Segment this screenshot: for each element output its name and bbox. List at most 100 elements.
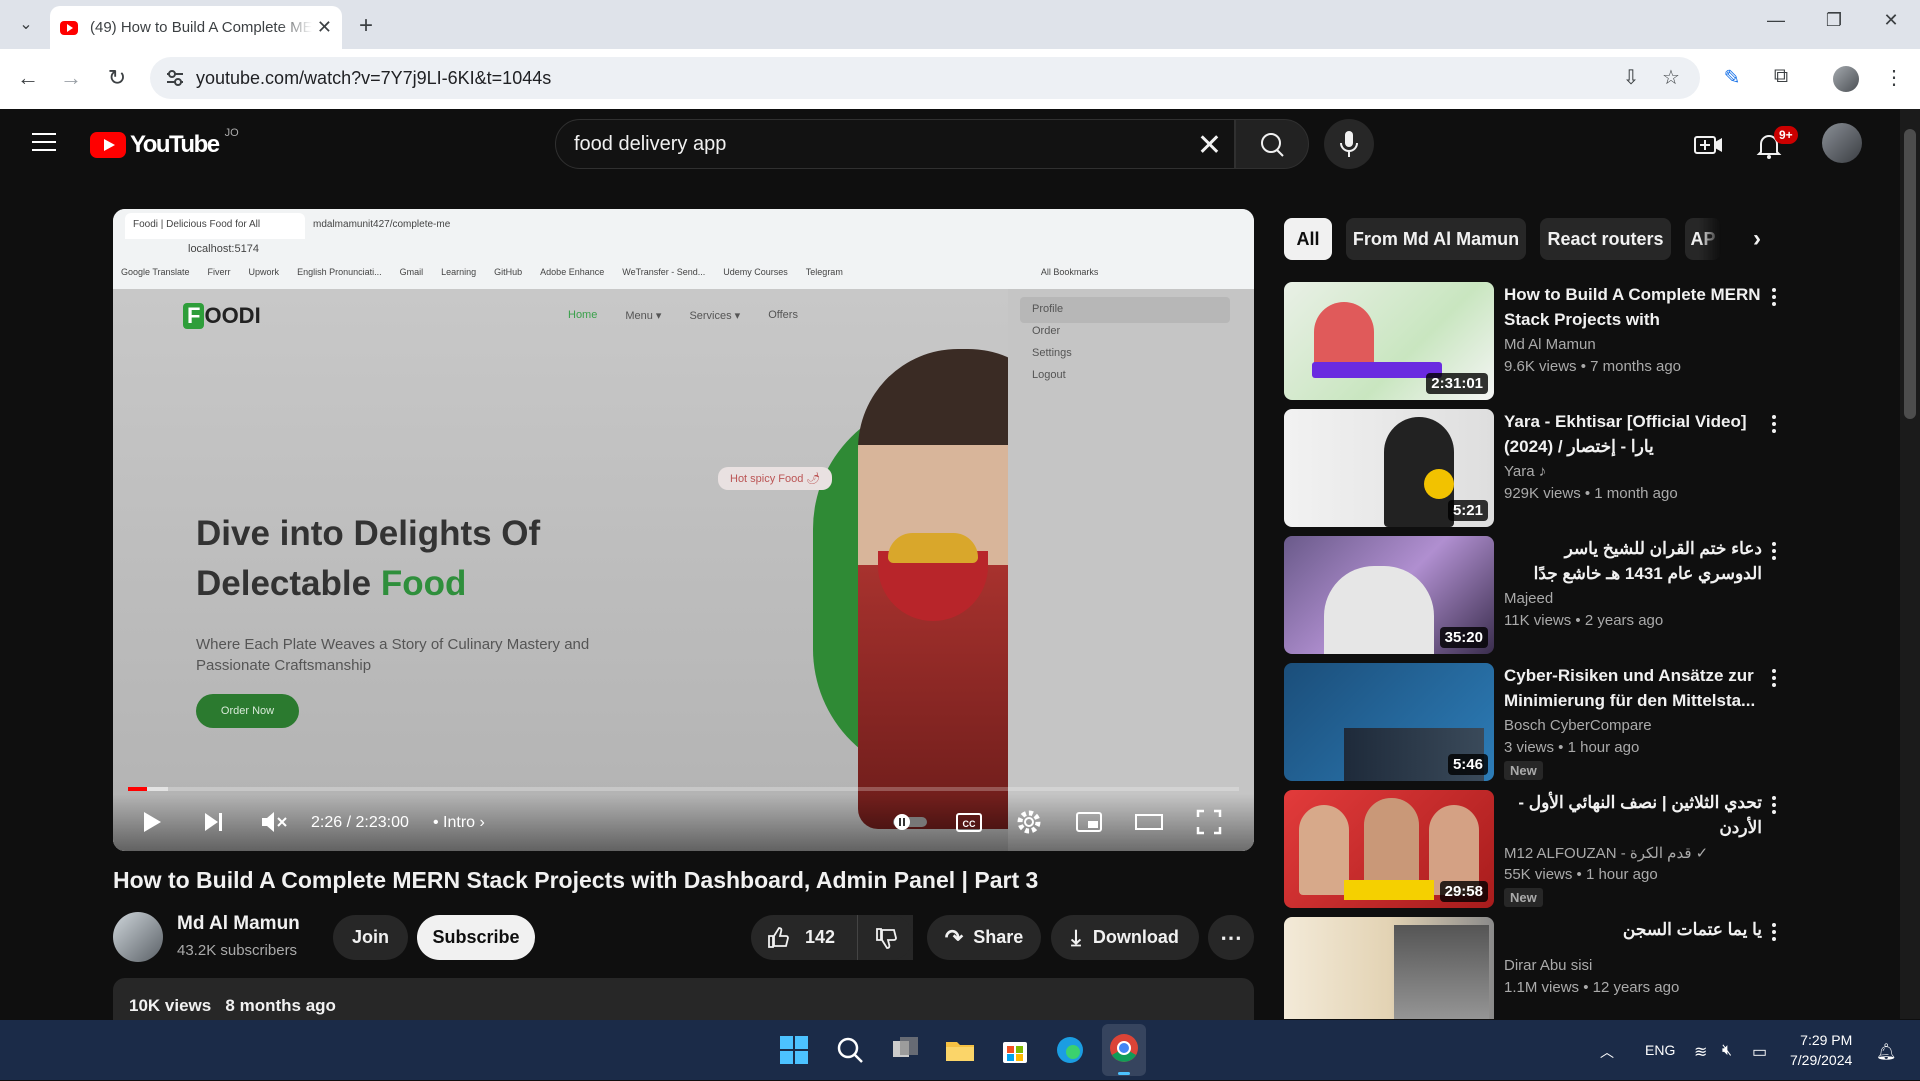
tab-search-icon[interactable]: ⌄ bbox=[12, 12, 40, 38]
recommendation-channel[interactable]: Md Al Mamun bbox=[1504, 336, 1596, 353]
clear-search-icon[interactable]: ✕ bbox=[1197, 128, 1222, 163]
reload-icon[interactable]: ↻ bbox=[102, 65, 132, 91]
fullscreen-icon[interactable] bbox=[1193, 806, 1225, 838]
chrome-taskbar-button[interactable] bbox=[1102, 1024, 1146, 1076]
recommendation-title[interactable]: Cyber-Risiken und Ansätze zur Minimierun… bbox=[1504, 663, 1762, 713]
account-avatar[interactable] bbox=[1822, 123, 1862, 163]
recommendation-channel[interactable]: M12 ALFOUZAN - قدم الكرة ✓ bbox=[1504, 844, 1708, 862]
recommendation-title[interactable]: Yara - Ekhtisar [Official Video] (2024) … bbox=[1504, 409, 1762, 459]
battery-icon[interactable]: ▭ bbox=[1752, 1042, 1767, 1062]
captions-icon[interactable]: CC bbox=[953, 806, 985, 838]
recommendation-title[interactable]: يا يما عتمات السجن bbox=[1504, 917, 1762, 942]
extension-pen-icon[interactable]: ✎ bbox=[1718, 65, 1746, 93]
microsoft-store-icon[interactable] bbox=[998, 1033, 1032, 1067]
play-icon[interactable] bbox=[135, 806, 167, 838]
more-options-icon[interactable] bbox=[1770, 794, 1778, 816]
recommendation-item[interactable]: 5:46 Cyber-Risiken und Ansätze zur Minim… bbox=[1284, 663, 1804, 781]
search-button[interactable] bbox=[1235, 119, 1309, 169]
create-video-icon[interactable] bbox=[1690, 127, 1726, 163]
show-hidden-icons-chevron-icon[interactable]: ︿ bbox=[1600, 1042, 1614, 1062]
video-thumbnail[interactable]: 5:21 bbox=[1284, 409, 1494, 527]
recommendation-channel[interactable]: Yara ♪ bbox=[1504, 463, 1546, 480]
video-player[interactable]: Foodi | Delicious Food for All mdalmamun… bbox=[113, 209, 1254, 851]
chip-from-channel[interactable]: From Md Al Mamun bbox=[1346, 218, 1526, 260]
miniplayer-icon[interactable] bbox=[1073, 806, 1105, 838]
chip-api[interactable]: AP bbox=[1685, 218, 1721, 260]
next-icon[interactable] bbox=[197, 806, 229, 838]
file-explorer-icon[interactable] bbox=[943, 1033, 977, 1067]
video-thumbnail[interactable]: 2:31:01 bbox=[1284, 282, 1494, 400]
youtube-logo[interactable]: YouTube JO bbox=[90, 127, 239, 159]
recommendation-title[interactable]: How to Build A Complete MERN Stack Proje… bbox=[1504, 282, 1762, 332]
more-actions-icon[interactable]: ⋯ bbox=[1208, 915, 1254, 960]
settings-gear-icon[interactable] bbox=[1013, 806, 1045, 838]
windows-start-icon[interactable] bbox=[777, 1033, 811, 1067]
recommendation-item[interactable]: 35:20 دعاء ختم القران للشيخ ياسر الدوسري… bbox=[1284, 536, 1804, 654]
chips-next-chevron-icon[interactable]: › bbox=[1737, 218, 1777, 260]
autoplay-toggle[interactable] bbox=[889, 806, 931, 838]
more-options-icon[interactable] bbox=[1770, 540, 1778, 562]
site-info-icon[interactable] bbox=[166, 70, 184, 86]
dislike-button[interactable] bbox=[857, 915, 913, 960]
recommendation-channel[interactable]: Dirar Abu sisi bbox=[1504, 957, 1592, 974]
more-options-icon[interactable] bbox=[1770, 921, 1778, 943]
browser-menu-icon[interactable]: ⋮ bbox=[1880, 65, 1908, 93]
address-bar[interactable]: youtube.com/watch?v=7Y7j9LI-6KI&t=1044s bbox=[150, 57, 1700, 99]
site-nav: Home Menu ▾ Services ▾ Offers bbox=[568, 309, 798, 322]
wifi-icon[interactable]: ≋ bbox=[1694, 1042, 1707, 1062]
recommendation-channel[interactable]: Majeed bbox=[1504, 590, 1553, 607]
minimize-icon[interactable]: — bbox=[1753, 10, 1799, 31]
channel-name[interactable]: Md Al Mamun bbox=[177, 913, 300, 935]
download-button[interactable]: ⤓ Download bbox=[1051, 915, 1199, 960]
bookmark-star-icon[interactable]: ☆ bbox=[1657, 65, 1685, 93]
install-app-icon[interactable]: ⇩ bbox=[1617, 65, 1645, 93]
voice-search-button[interactable] bbox=[1324, 119, 1374, 169]
progress-bar[interactable] bbox=[128, 787, 1239, 791]
restore-icon[interactable]: ❐ bbox=[1811, 10, 1857, 31]
chip-all[interactable]: All bbox=[1284, 218, 1332, 260]
back-icon[interactable]: ← bbox=[13, 65, 43, 91]
system-clock[interactable]: 7:29 PM 7/29/2024 bbox=[1790, 1030, 1852, 1070]
share-button[interactable]: ↷ Share bbox=[927, 915, 1041, 960]
taskbar-search-icon[interactable] bbox=[833, 1033, 867, 1067]
mute-icon[interactable] bbox=[257, 806, 289, 838]
video-thumbnail[interactable]: 29:58 bbox=[1284, 790, 1494, 908]
recommendation-item[interactable]: 5:21 Yara - Ekhtisar [Official Video] (2… bbox=[1284, 409, 1804, 527]
chapter-button[interactable]: • Intro › bbox=[433, 814, 485, 832]
theater-mode-icon[interactable] bbox=[1133, 806, 1165, 838]
more-options-icon[interactable] bbox=[1770, 286, 1778, 308]
recommendation-item[interactable]: 2:31:01 How to Build A Complete MERN Sta… bbox=[1284, 282, 1804, 400]
notification-bell-icon[interactable]: 🔔︎ bbox=[1876, 1042, 1896, 1062]
extensions-icon[interactable]: ⧉ bbox=[1767, 65, 1795, 93]
language-indicator[interactable]: ENG bbox=[1645, 1042, 1675, 1058]
page-scrollbar[interactable] bbox=[1900, 109, 1920, 1019]
search-input[interactable]: food delivery app ✕ bbox=[555, 119, 1235, 169]
video-thumbnail[interactable]: 35:20 bbox=[1284, 536, 1494, 654]
tab-close-icon[interactable]: ✕ bbox=[317, 17, 332, 38]
menu-icon[interactable] bbox=[32, 133, 56, 151]
task-view-icon[interactable] bbox=[888, 1033, 922, 1067]
recommendation-title[interactable]: تحدي الثلاثين | نصف النهائي الأول - الأر… bbox=[1504, 790, 1762, 840]
recommendation-item[interactable]: يا يما عتمات السجن Dirar Abu sisi 1.1M v… bbox=[1284, 917, 1804, 1019]
video-thumbnail[interactable] bbox=[1284, 917, 1494, 1019]
recommendation-meta: 11K views • 2 years ago bbox=[1504, 612, 1664, 629]
description-box[interactable]: 10K views 8 months ago bbox=[113, 978, 1254, 1020]
speaker-muted-icon[interactable]: 🔇︎ bbox=[1722, 1042, 1732, 1060]
browser-tab-active[interactable]: (49) How to Build A Complete MERN Stack … bbox=[50, 6, 342, 49]
forward-icon[interactable]: → bbox=[56, 65, 86, 91]
more-options-icon[interactable] bbox=[1770, 413, 1778, 435]
recommendation-channel[interactable]: Bosch CyberCompare bbox=[1504, 717, 1652, 734]
scrollbar-thumb[interactable] bbox=[1904, 129, 1916, 419]
more-options-icon[interactable] bbox=[1770, 667, 1778, 689]
channel-avatar[interactable] bbox=[113, 912, 163, 962]
subscribe-button[interactable]: Subscribe bbox=[417, 915, 535, 960]
join-button[interactable]: Join bbox=[333, 915, 408, 960]
recommendation-title[interactable]: دعاء ختم القران للشيخ ياسر الدوسري عام 1… bbox=[1504, 536, 1762, 586]
recommendation-item[interactable]: 29:58 تحدي الثلاثين | نصف النهائي الأول … bbox=[1284, 790, 1804, 908]
video-thumbnail[interactable]: 5:46 bbox=[1284, 663, 1494, 781]
edge-browser-icon[interactable] bbox=[1053, 1033, 1087, 1067]
close-window-icon[interactable]: ✕ bbox=[1868, 10, 1914, 31]
profile-avatar[interactable] bbox=[1833, 66, 1859, 92]
new-tab-button[interactable]: + bbox=[352, 12, 380, 40]
chip-react-routers[interactable]: React routers bbox=[1540, 218, 1671, 260]
